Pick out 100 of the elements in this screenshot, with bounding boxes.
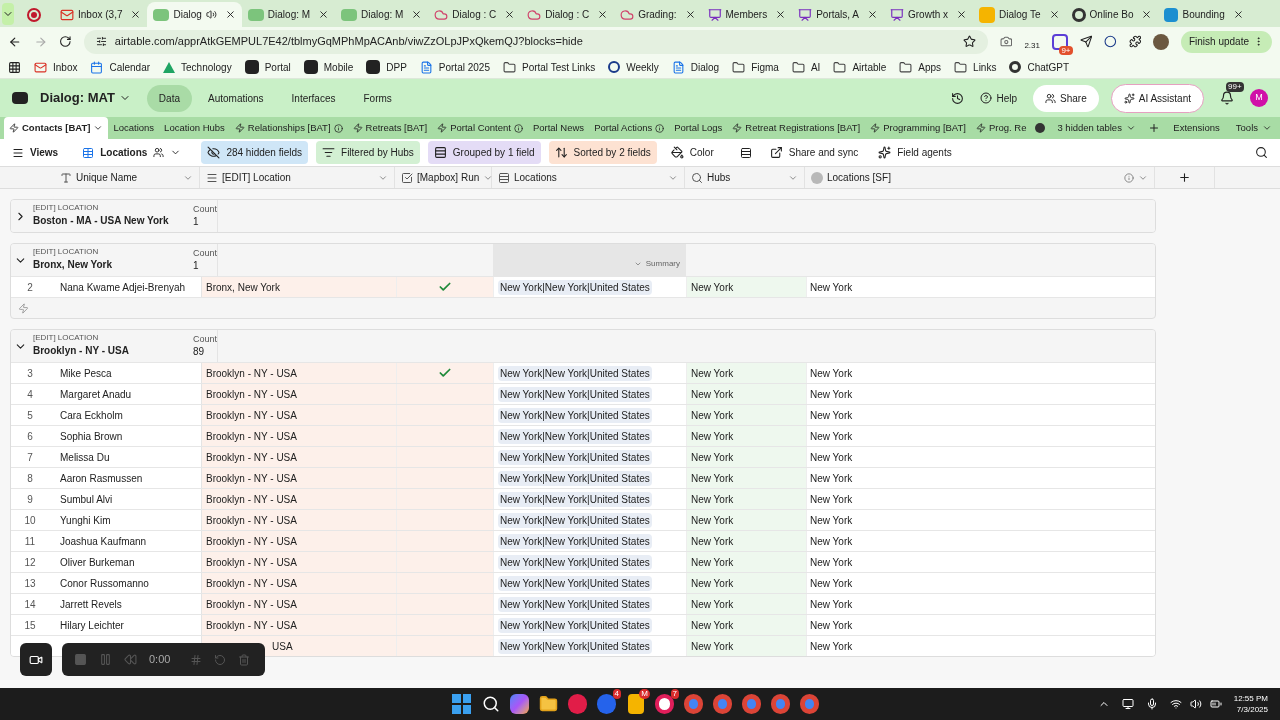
record-row[interactable]: 12 Oliver Burkeman Brooklyn - NY - USA New York|New York|United States New York New York	[11, 551, 1155, 572]
toolbar-button[interactable]: Color	[664, 141, 720, 164]
cursor-arrow-icon[interactable]	[1079, 35, 1093, 48]
row-height-icon[interactable]	[739, 146, 752, 159]
bookmark-link[interactable]: Dialog	[671, 59, 720, 75]
close-icon[interactable]	[597, 9, 609, 20]
bookmark-link[interactable]: DPP	[366, 59, 407, 75]
table-tab[interactable]: Portal Actions	[589, 117, 670, 139]
browser-tab[interactable]: Online Bo	[1065, 2, 1159, 27]
browser-tab[interactable]: Dialog: M	[335, 2, 429, 27]
browser-tab[interactable]: Grading:	[614, 2, 702, 27]
linked-record-chip[interactable]: New York|New York|United States	[498, 491, 652, 507]
close-icon[interactable]	[504, 9, 516, 20]
browser-tab[interactable]: Dialog	[147, 2, 242, 27]
table-tab[interactable]: Portal Content	[432, 117, 528, 139]
bookmark-link[interactable]: Airtable	[833, 59, 887, 75]
nav-tab[interactable]: Forms	[351, 84, 404, 112]
linked-record-chip[interactable]: New York|New York|United States	[498, 533, 652, 549]
checkbox-cell[interactable]	[396, 277, 493, 297]
linked-record-chip[interactable]: New York|New York|United States	[498, 638, 652, 654]
browser-tab[interactable]: Portals, A	[792, 2, 884, 27]
toolbar-button[interactable]: Filtered by Hubs	[316, 141, 420, 164]
record-row[interactable]: 5 Cara Eckholm Brooklyn - NY - USA New York|New York|United States New York New York	[11, 404, 1155, 425]
checkbox-cell[interactable]	[396, 405, 493, 425]
puzzle-icon[interactable]	[1128, 35, 1142, 48]
toolbar-button[interactable]: Share and sync	[763, 141, 865, 164]
checkbox-cell[interactable]	[396, 447, 493, 467]
close-icon[interactable]	[224, 9, 236, 20]
finish-update-button[interactable]: Finish update	[1180, 30, 1272, 53]
toolbar-button[interactable]: Sorted by 2 fields	[548, 141, 657, 164]
checkbox-cell[interactable]	[396, 615, 493, 635]
table-tab[interactable]: Relationships [BAT]	[229, 117, 348, 139]
chrome-icon[interactable]	[684, 694, 703, 714]
record-row[interactable]: 8 Aaron Rasmussen Brooklyn - NY - USA New York|New York|United States New York New York	[11, 467, 1155, 488]
column-header[interactable]: Unique Name	[48, 167, 200, 188]
checkbox-cell[interactable]	[396, 552, 493, 572]
table-tab[interactable]: Programming [BAT]	[865, 117, 971, 139]
checkbox-cell[interactable]	[396, 384, 493, 404]
toolbar-button[interactable]: Grouped by 1 field	[427, 141, 541, 164]
browser-tab[interactable]: Members	[701, 2, 793, 27]
linked-record-chip[interactable]: New York|New York|United States	[498, 596, 652, 612]
ring-icon[interactable]	[1104, 35, 1117, 48]
app-icon[interactable]	[627, 694, 644, 714]
linked-record-chip[interactable]: New York|New York|United States	[498, 428, 652, 444]
windows-logo-icon[interactable]	[452, 694, 471, 714]
close-icon[interactable]	[1141, 9, 1153, 20]
battery-icon[interactable]	[1209, 698, 1222, 710]
browser-tab[interactable]: Dialog Te	[973, 2, 1066, 27]
camera-icon[interactable]	[999, 35, 1013, 48]
column-header[interactable]: [EDIT] Location	[200, 167, 395, 188]
close-icon[interactable]	[867, 9, 878, 20]
bookmark-link[interactable]: Mobile	[303, 59, 354, 75]
linked-record-chip[interactable]: New York|New York|United States	[498, 449, 652, 465]
close-icon[interactable]	[1232, 9, 1244, 20]
browser-tab[interactable]: Inbox (3,7	[54, 2, 148, 27]
checkbox-cell[interactable]	[396, 594, 493, 614]
table-tab[interactable]: Contacts [BAT]	[4, 117, 109, 139]
table-tab[interactable]: Location Hubs	[159, 117, 230, 139]
bookmark-star-icon[interactable]	[962, 35, 976, 48]
microphone-icon[interactable]	[1145, 698, 1158, 710]
browser-tab[interactable]: Dialog : C	[521, 2, 615, 27]
record-row[interactable]: 13 Conor Russomanno Brooklyn - NY - USA New York|New York|United States New York New York	[11, 572, 1155, 593]
profile-avatar[interactable]	[1153, 33, 1169, 50]
chrome-icon[interactable]	[771, 694, 790, 714]
tray-app-icon[interactable]	[1121, 698, 1134, 710]
add-table-icon[interactable]	[1147, 122, 1160, 134]
table-tab[interactable]: Locations	[108, 117, 160, 139]
record-row[interactable]: 6 Sophia Brown Brooklyn - NY - USA New York|New York|United States New York New York	[11, 425, 1155, 446]
volume-icon[interactable]	[1189, 698, 1202, 710]
table-tab[interactable]: Prog. Re	[970, 117, 1032, 139]
help-link[interactable]: Help	[980, 90, 1018, 106]
table-tab[interactable]: Retreats [BAT]	[347, 117, 433, 139]
column-header[interactable]: Locations [SF]	[805, 167, 1155, 188]
summary-dropdown[interactable]: Summary	[633, 258, 680, 270]
chrome-icon[interactable]	[713, 694, 732, 714]
search-icon[interactable]	[481, 695, 500, 713]
linked-record-chip[interactable]: New York|New York|United States	[498, 470, 652, 486]
share-button[interactable]: Share	[1033, 84, 1099, 112]
add-field-icon[interactable]	[1178, 171, 1191, 184]
close-icon[interactable]	[775, 9, 787, 20]
toolbar-button[interactable]: 284 hidden fields	[201, 141, 309, 164]
linked-record-chip[interactable]: New York|New York|United States	[498, 386, 652, 402]
browser-tab[interactable]: Dialog: M	[241, 2, 336, 27]
ai-assistant-button[interactable]: AI Assistant	[1110, 83, 1204, 113]
checkbox-cell[interactable]	[396, 489, 493, 509]
bookmark-link[interactable]: Links	[954, 59, 997, 75]
browser-tab[interactable]: Bounding	[1158, 2, 1250, 27]
chrome-icon[interactable]	[800, 694, 819, 714]
close-icon[interactable]	[130, 9, 142, 20]
browser-tab[interactable]: Dialog : C	[428, 2, 522, 27]
bookmark-link[interactable]: Calendar	[90, 59, 151, 75]
history-icon[interactable]	[951, 91, 965, 105]
speaker-icon[interactable]	[205, 9, 217, 20]
linked-record-chip[interactable]: New York|New York|United States	[498, 617, 652, 633]
nav-tab[interactable]: Interfaces	[279, 84, 348, 112]
bookmark-link[interactable]: ChatGPT	[1009, 59, 1070, 75]
search-icon[interactable]	[1255, 146, 1268, 159]
views-button[interactable]: Views	[12, 145, 59, 160]
table-tab[interactable]: Portal Logs	[669, 117, 728, 139]
record-row[interactable]: 15 Hilary Leichter Brooklyn - NY - USA New York|New York|United States New York New York	[11, 614, 1155, 635]
